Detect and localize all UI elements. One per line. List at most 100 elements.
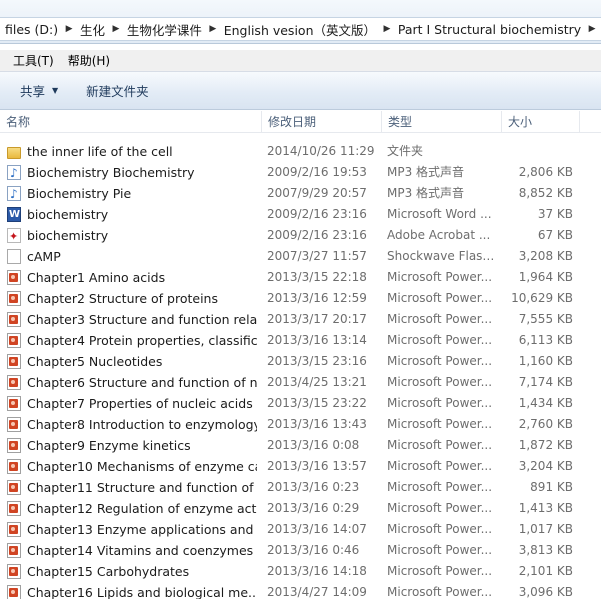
new-folder-button[interactable]: 新建文件夹 <box>78 81 157 100</box>
file-name: Chapter9 Enzyme kinetics <box>27 438 191 453</box>
folder-icon <box>7 147 21 159</box>
menu-help[interactable]: 帮助(H) <box>61 52 117 69</box>
file-size: 37 KB <box>537 207 573 221</box>
file-row[interactable]: Chapter8 Introduction to enzymology 2013/… <box>0 414 601 435</box>
share-button[interactable]: 共享 ▼ <box>12 81 66 100</box>
file-date: 2013/3/15 23:22 <box>267 396 367 410</box>
mp3-file-icon <box>7 186 21 201</box>
chevron-right-icon[interactable]: ▶ <box>63 24 75 34</box>
file-size: 2,806 KB <box>518 165 573 179</box>
file-name: Chapter5 Nucleotides <box>27 354 163 369</box>
file-type: 文件夹 <box>387 144 424 158</box>
mp3-file-icon <box>7 165 21 180</box>
column-header-name[interactable]: 名称 <box>0 111 262 133</box>
column-header-size[interactable]: 大小 <box>502 111 580 133</box>
file-date: 2013/3/16 13:57 <box>267 459 367 473</box>
breadcrumb-item[interactable]: 生化 <box>78 20 107 39</box>
breadcrumb-item[interactable]: English vesion（英文版） <box>222 20 378 39</box>
file-type: Microsoft Power... <box>387 312 493 326</box>
breadcrumb[interactable]: files (D:) ▶ 生化 ▶ 生物化学课件 ▶ English vesio… <box>0 17 601 41</box>
powerpoint-file-icon <box>7 564 21 579</box>
chevron-right-icon[interactable]: ▶ <box>586 24 598 34</box>
file-row[interactable]: Chapter12 Regulation of enzyme acti... 20… <box>0 498 601 519</box>
file-type: Microsoft Power... <box>387 480 493 494</box>
file-row[interactable]: Chapter10 Mechanisms of enzyme ca... 2013… <box>0 456 601 477</box>
file-type: Shockwave Flash... <box>387 249 499 263</box>
powerpoint-file-icon <box>7 480 21 495</box>
new-folder-button-label: 新建文件夹 <box>86 84 149 99</box>
file-row[interactable]: the inner life of the cell 2014/10/26 11:… <box>0 141 601 162</box>
word-file-icon <box>7 207 21 222</box>
breadcrumb-item[interactable]: Part I Structural biochemistry <box>396 22 583 37</box>
file-size: 3,096 KB <box>518 585 573 599</box>
file-row[interactable]: Biochemistry Pie 2007/9/29 20:57 MP3 格式声音 8… <box>0 183 601 204</box>
file-row[interactable]: Chapter7 Properties of nucleic acids ...… <box>0 393 601 414</box>
file-row[interactable]: Chapter4 Protein properties, classific..… <box>0 330 601 351</box>
file-row[interactable]: Chapter1 Amino acids 2013/3/15 22:18 Micro… <box>0 267 601 288</box>
file-type: MP3 格式声音 <box>387 186 465 200</box>
chevron-right-icon[interactable]: ▶ <box>381 24 393 34</box>
file-row[interactable]: Chapter16 Lipids and biological me... 201… <box>0 582 601 599</box>
file-row[interactable]: Chapter6 Structure and function of n... 2… <box>0 372 601 393</box>
file-type: Microsoft Power... <box>387 333 493 347</box>
file-date: 2014/10/26 11:29 <box>267 144 375 158</box>
file-row[interactable]: Chapter5 Nucleotides 2013/3/15 23:16 Micro… <box>0 351 601 372</box>
file-name: Chapter8 Introduction to enzymology <box>27 417 257 432</box>
file-type: Microsoft Power... <box>387 375 493 389</box>
file-date: 2013/4/25 13:21 <box>267 375 367 389</box>
file-row[interactable]: biochemistry 2009/2/16 23:16 Adobe Acrobat… <box>0 225 601 246</box>
file-name: Chapter4 Protein properties, classific..… <box>27 333 257 348</box>
file-size: 1,160 KB <box>518 354 573 368</box>
powerpoint-file-icon <box>7 396 21 411</box>
file-size: 7,174 KB <box>518 375 573 389</box>
file-name: Chapter13 Enzyme applications and r... <box>27 522 257 537</box>
file-row[interactable]: cAMP 2007/3/27 11:57 Shockwave Flash... 3,2… <box>0 246 601 267</box>
powerpoint-file-icon <box>7 459 21 474</box>
file-row[interactable]: Chapter3 Structure and function relat...… <box>0 309 601 330</box>
file-name: Chapter14 Vitamins and coenzymes <box>27 543 254 558</box>
chevron-right-icon[interactable]: ▶ <box>207 24 219 34</box>
file-date: 2013/3/16 14:07 <box>267 522 367 536</box>
breadcrumb-item[interactable]: files (D:) <box>3 22 60 37</box>
file-size: 3,208 KB <box>518 249 573 263</box>
chevron-right-icon[interactable]: ▶ <box>110 24 122 34</box>
file-type: Microsoft Power... <box>387 291 493 305</box>
file-type: Microsoft Power... <box>387 438 493 452</box>
file-date: 2007/3/27 11:57 <box>267 249 367 263</box>
file-name: Chapter6 Structure and function of n... <box>27 375 257 390</box>
file-name: Chapter16 Lipids and biological me... <box>27 585 257 599</box>
file-row[interactable]: Chapter2 Structure of proteins 2013/3/16 … <box>0 288 601 309</box>
file-name: Biochemistry Pie <box>27 186 132 201</box>
file-size: 891 KB <box>530 480 573 494</box>
file-date: 2013/3/16 0:29 <box>267 501 360 515</box>
file-type: Microsoft Power... <box>387 354 493 368</box>
file-size: 1,872 KB <box>518 438 573 452</box>
file-row[interactable]: Biochemistry Biochemistry 2009/2/16 19:53… <box>0 162 601 183</box>
file-row[interactable]: Chapter15 Carbohydrates 2013/3/16 14:18 Mi… <box>0 561 601 582</box>
file-date: 2007/9/29 20:57 <box>267 186 367 200</box>
file-size: 8,852 KB <box>518 186 573 200</box>
file-row[interactable]: Chapter13 Enzyme applications and r... 20… <box>0 519 601 540</box>
file-row[interactable]: Chapter9 Enzyme kinetics 2013/3/16 0:08 Mi… <box>0 435 601 456</box>
menu-tools[interactable]: 工具(T) <box>6 52 61 69</box>
file-row[interactable]: Chapter11 Structure and function of r...… <box>0 477 601 498</box>
file-size <box>502 141 573 162</box>
file-date: 2009/2/16 19:53 <box>267 165 367 179</box>
file-name: Chapter15 Carbohydrates <box>27 564 190 579</box>
chevron-down-icon: ▼ <box>52 86 59 95</box>
powerpoint-file-icon <box>7 312 21 327</box>
file-date: 2013/3/15 23:16 <box>267 354 367 368</box>
breadcrumb-item[interactable]: 生物化学课件 <box>125 20 204 39</box>
powerpoint-file-icon <box>7 585 21 599</box>
powerpoint-file-icon <box>7 438 21 453</box>
file-row[interactable]: Chapter14 Vitamins and coenzymes 2013/3/1… <box>0 540 601 561</box>
column-header-date[interactable]: 修改日期 <box>262 111 382 133</box>
file-type: Microsoft Power... <box>387 459 493 473</box>
menu-bar: 工具(T) 帮助(H) <box>0 50 601 72</box>
file-name: Chapter1 Amino acids <box>27 270 166 285</box>
powerpoint-file-icon <box>7 543 21 558</box>
column-header-type[interactable]: 类型 <box>382 111 502 133</box>
file-size: 1,413 KB <box>518 501 573 515</box>
file-row[interactable]: biochemistry 2009/2/16 23:16 Microsoft Wor… <box>0 204 601 225</box>
file-name: the inner life of the cell <box>27 144 173 159</box>
